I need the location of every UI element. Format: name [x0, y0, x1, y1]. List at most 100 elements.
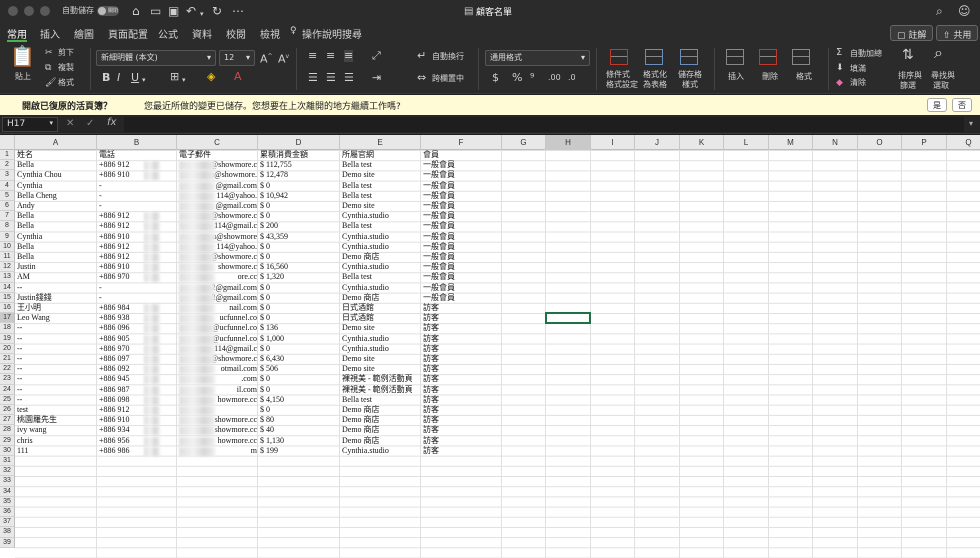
cell-e11[interactable]: Demo 商店: [340, 252, 421, 262]
row-header-9[interactable]: 9: [0, 231, 15, 242]
tab-formulas[interactable]: 公式: [158, 26, 178, 41]
row-header-8[interactable]: 8: [0, 221, 15, 232]
formula-input[interactable]: [124, 117, 964, 132]
row-header-19[interactable]: 19: [0, 333, 15, 344]
cell-e25[interactable]: Bella test: [340, 395, 421, 405]
indent-icon[interactable]: ⇥: [372, 72, 381, 84]
format-cells-label[interactable]: 格式: [796, 72, 812, 82]
cell-e6[interactable]: Demo site: [340, 201, 421, 211]
cell-a3[interactable]: Cynthia Chou: [15, 170, 97, 180]
column-header-n[interactable]: N: [813, 135, 858, 150]
cell-b26[interactable]: +886 912: [97, 405, 177, 415]
cell-b27[interactable]: +886 910: [97, 415, 177, 425]
cell-e29[interactable]: Demo 商店: [340, 436, 421, 446]
row-header-5[interactable]: 5: [0, 190, 15, 201]
find-icon[interactable]: ⌕: [934, 45, 943, 61]
cell-a2[interactable]: Bella: [15, 160, 97, 170]
fill-color-icon[interactable]: ◈: [207, 71, 215, 83]
cell-f11[interactable]: 一般會員: [421, 252, 502, 262]
worksheet-grid[interactable]: ABCDEFGHIJKLMNOPQ 1 2 3 4 5 6 7 8 9 10 11 12 13 14 15 1…: [0, 135, 980, 558]
format-painter-label[interactable]: 格式: [58, 78, 74, 88]
cell-a26[interactable]: test: [15, 405, 97, 415]
cell-d29[interactable]: $ 1,130: [258, 436, 340, 446]
currency-icon[interactable]: $: [492, 72, 499, 84]
cell-e5[interactable]: Bella test: [340, 191, 421, 201]
row-header-18[interactable]: 18: [0, 323, 15, 334]
cell-e10[interactable]: Cynthia.studio: [340, 242, 421, 252]
row-header-30[interactable]: 30: [0, 445, 15, 456]
cell-styles-label-2[interactable]: 樣式: [682, 80, 698, 90]
conditional-formatting-label-1[interactable]: 條件式: [606, 70, 630, 80]
comments-button[interactable]: ▢ 註解: [890, 25, 934, 41]
cell-a10[interactable]: Bella: [15, 242, 97, 252]
row-header-2[interactable]: 2: [0, 160, 15, 171]
cell-f20[interactable]: 訪客: [421, 344, 502, 354]
sort-filter-label-1[interactable]: 排序與: [898, 71, 922, 81]
cell-d10[interactable]: $ 0: [258, 242, 340, 252]
cell-a24[interactable]: --: [15, 385, 97, 395]
column-header-l[interactable]: L: [724, 135, 769, 150]
font-size-select[interactable]: 12 ▾: [219, 50, 255, 66]
chevron-down-icon[interactable]: ▾: [182, 74, 186, 86]
column-header-o[interactable]: O: [858, 135, 902, 150]
cell-f9[interactable]: 一般會員: [421, 232, 502, 242]
cell-b7[interactable]: +886 912: [97, 211, 177, 221]
cell-f6[interactable]: 一般會員: [421, 201, 502, 211]
cell-a12[interactable]: Justin: [15, 262, 97, 272]
cell-f2[interactable]: 一般會員: [421, 160, 502, 170]
row-header-29[interactable]: 29: [0, 435, 15, 446]
column-header-b[interactable]: B: [97, 135, 177, 150]
column-header-g[interactable]: G: [502, 135, 546, 150]
cell-b9[interactable]: +886 910: [97, 232, 177, 242]
row-header-3[interactable]: 3: [0, 170, 15, 181]
cell-a5[interactable]: Bella Cheng: [15, 191, 97, 201]
cell-f29[interactable]: 訪客: [421, 436, 502, 446]
insert-cells-label[interactable]: 插入: [728, 72, 744, 82]
format-as-table-label-1[interactable]: 格式化: [643, 70, 667, 80]
yes-button[interactable]: 是: [927, 98, 947, 112]
cell-e13[interactable]: Bella test: [340, 272, 421, 282]
no-button[interactable]: 否: [952, 98, 972, 112]
cell-f21[interactable]: 訪客: [421, 354, 502, 364]
cell-e19[interactable]: Cynthia.studio: [340, 334, 421, 344]
cell-a30[interactable]: 111: [15, 446, 97, 456]
conditional-formatting-label-2[interactable]: 格式設定: [606, 80, 638, 90]
font-name-select[interactable]: 新細明體 (本文) ▾: [96, 50, 216, 66]
cell-a15[interactable]: Justin錢錢: [15, 293, 97, 303]
cell-a29[interactable]: chris: [15, 436, 97, 446]
cell-e30[interactable]: Cynthia.studio: [340, 446, 421, 456]
autosave-toggle[interactable]: 關閉: [97, 6, 119, 16]
row-header-31[interactable]: 31: [0, 456, 15, 467]
cell-a21[interactable]: --: [15, 354, 97, 364]
cell-b28[interactable]: +886 934: [97, 425, 177, 435]
cell-a16[interactable]: 王小明: [15, 303, 97, 313]
row-header-34[interactable]: 34: [0, 486, 15, 497]
cell-b4[interactable]: -: [97, 181, 177, 191]
conditional-formatting-icon[interactable]: [610, 49, 628, 65]
undo-icon[interactable]: ↶: [186, 3, 196, 19]
borders-icon[interactable]: ⊞: [170, 71, 179, 83]
cell-d21[interactable]: $ 6,430: [258, 354, 340, 364]
cell-e3[interactable]: Demo site: [340, 170, 421, 180]
account-icon[interactable]: ☺: [958, 3, 971, 19]
cut-label[interactable]: 剪下: [58, 48, 74, 58]
cell-b14[interactable]: -: [97, 283, 177, 293]
tell-me-search[interactable]: 操作說明搜尋: [302, 26, 362, 41]
open-folder-icon[interactable]: ▭: [150, 3, 161, 19]
fill-label[interactable]: 填滿: [850, 64, 866, 74]
align-middle-icon[interactable]: ≡: [326, 50, 335, 62]
cell-d13[interactable]: $ 1,320: [258, 272, 340, 282]
delete-cells-icon[interactable]: [759, 49, 777, 65]
cell-a25[interactable]: --: [15, 395, 97, 405]
cell-b25[interactable]: +886 098: [97, 395, 177, 405]
cell-d18[interactable]: $ 136: [258, 323, 340, 333]
cell-d3[interactable]: $ 12,478: [258, 170, 340, 180]
wrap-text-label[interactable]: 自動換行: [432, 52, 464, 62]
cell-b29[interactable]: +886 956: [97, 436, 177, 446]
merge-center-label[interactable]: 跨欄置中: [432, 74, 464, 84]
column-header-i[interactable]: I: [591, 135, 635, 150]
cell-b6[interactable]: -: [97, 201, 177, 211]
tab-draw[interactable]: 繪圖: [74, 26, 94, 41]
cell-d30[interactable]: $ 199: [258, 446, 340, 456]
cell-b13[interactable]: +886 970: [97, 272, 177, 282]
